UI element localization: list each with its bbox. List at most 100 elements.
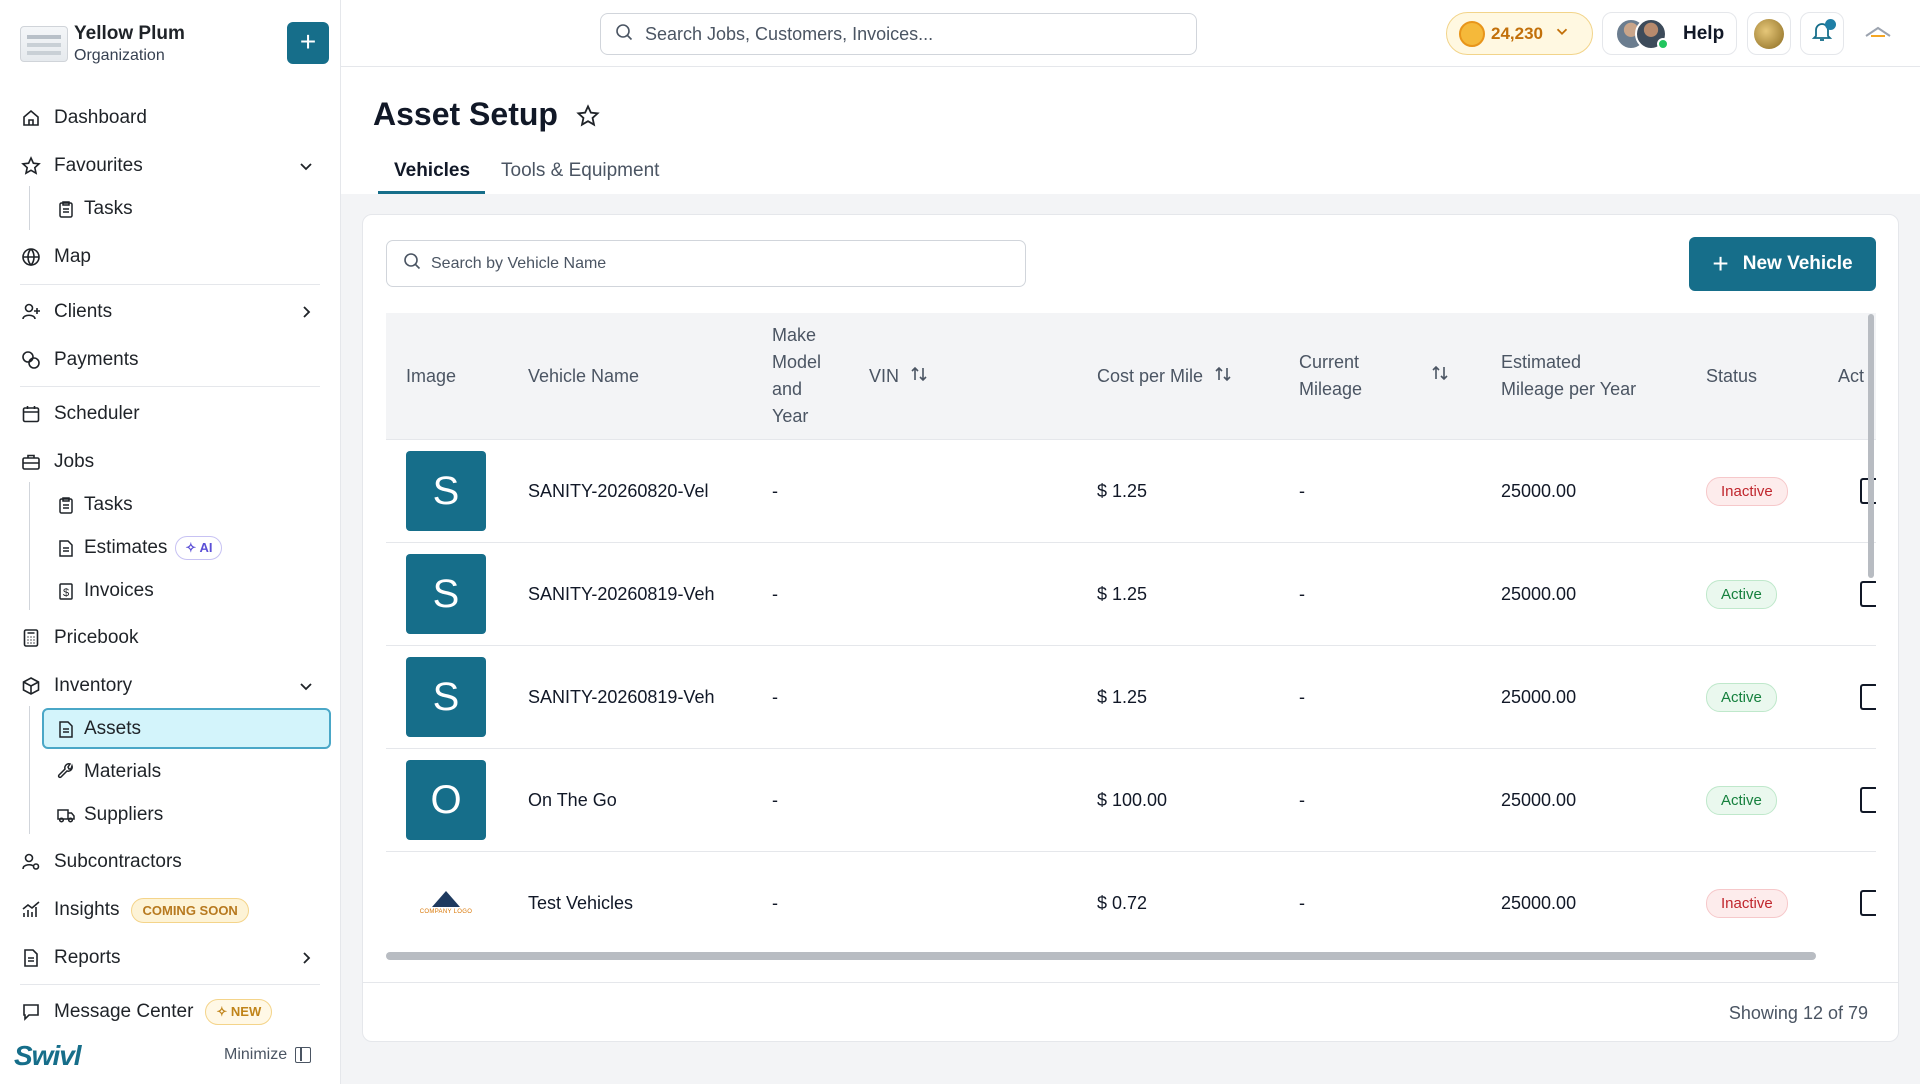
- user-gear-icon: [20, 851, 42, 873]
- table-row[interactable]: O On The Go - $ 100.00 - 25000.00 Active: [386, 749, 1876, 852]
- star-icon: [20, 155, 42, 177]
- table-row[interactable]: COMPANY LOGO Test Vehicles - $ 0.72 - 25…: [386, 852, 1876, 953]
- sidebar-item-map[interactable]: Map: [20, 239, 320, 275]
- status-badge: Inactive: [1706, 888, 1788, 918]
- sort-icon[interactable]: [1214, 364, 1232, 391]
- sidebar-item-favourites-tasks[interactable]: Tasks: [42, 191, 330, 227]
- profile-avatar-button[interactable]: [1747, 12, 1791, 55]
- edit-icon[interactable]: [1860, 890, 1876, 916]
- vehicle-thumbnail: S: [406, 451, 486, 531]
- favourite-star-button[interactable]: [576, 104, 600, 133]
- sidebar-item-suppliers[interactable]: Suppliers: [42, 797, 330, 833]
- row-vehicle-name[interactable]: On The Go: [528, 749, 728, 851]
- header-line: Make: [772, 325, 817, 345]
- sidebar-item-label: Payments: [54, 349, 139, 370]
- edit-icon[interactable]: [1860, 581, 1876, 607]
- sidebar-item-pricebook[interactable]: Pricebook: [20, 620, 320, 656]
- sidebar-item-inventory[interactable]: Inventory: [20, 668, 320, 704]
- tab-vehicles[interactable]: Vehicles: [378, 150, 485, 194]
- row-actions[interactable]: [1860, 646, 1876, 748]
- row-vehicle-name[interactable]: SANITY-20260819-Veh: [528, 646, 728, 748]
- tab-tools-equipment[interactable]: Tools & Equipment: [485, 150, 675, 194]
- row-image: O: [406, 749, 486, 851]
- sidebar-item-message-center[interactable]: Message Center ✧ NEW: [20, 994, 320, 1030]
- sidebar-item-subcontractors[interactable]: Subcontractors: [20, 844, 320, 880]
- row-cost: $ 1.25: [1097, 480, 1148, 501]
- edit-icon[interactable]: [1860, 787, 1876, 813]
- chevron-right-icon[interactable]: [296, 948, 316, 968]
- organization-switcher[interactable]: Yellow Plum Organization +: [16, 18, 329, 72]
- divider: [20, 386, 320, 387]
- sidebar-item-assets[interactable]: Assets: [42, 708, 331, 749]
- row-cost: $ 1.25: [1097, 583, 1148, 604]
- sidebar-item-reports[interactable]: Reports: [20, 940, 320, 976]
- minimize-sidebar-button[interactable]: Minimize: [224, 1046, 312, 1064]
- document-icon: [56, 538, 76, 558]
- new-vehicle-button[interactable]: + New Vehicle: [1689, 237, 1876, 291]
- swivl-logo: Swivl: [14, 1040, 82, 1071]
- globe-icon: [20, 246, 42, 268]
- chevron-right-icon[interactable]: [296, 302, 316, 322]
- briefcase-icon: [20, 451, 42, 473]
- header-line: and: [772, 379, 803, 399]
- col-vehicle-name[interactable]: Vehicle Name: [528, 363, 639, 390]
- header-line: Estimated: [1501, 352, 1582, 372]
- sort-icon[interactable]: [910, 364, 928, 391]
- minimize-label: Minimize: [224, 1046, 288, 1063]
- sidebar-item-favourites[interactable]: Favourites: [20, 148, 320, 184]
- help-button[interactable]: Help: [1602, 12, 1737, 55]
- sidebar-item-jobs-tasks[interactable]: Tasks: [42, 487, 330, 523]
- table-row[interactable]: S SANITY-20260820-Vel - $ 1.25 - 25000.0…: [386, 440, 1876, 543]
- sidebar-item-scheduler[interactable]: Scheduler: [20, 396, 320, 432]
- col-status[interactable]: Status: [1706, 363, 1757, 390]
- table-row[interactable]: S SANITY-20260819-Veh - $ 1.25 - 25000.0…: [386, 646, 1876, 749]
- col-make-model-year[interactable]: Make Model and Year: [772, 322, 821, 430]
- search-placeholder: Search by Vehicle Name: [431, 254, 607, 272]
- logo-mark: [432, 891, 460, 907]
- global-search-input[interactable]: Search Jobs, Customers, Invoices...: [600, 13, 1197, 55]
- sidebar-item-dashboard[interactable]: Dashboard: [20, 100, 320, 136]
- divider: [20, 984, 320, 985]
- sidebar-item-jobs[interactable]: Jobs: [20, 444, 320, 480]
- quick-add-button[interactable]: +: [287, 22, 329, 64]
- chevron-down-icon[interactable]: [296, 676, 316, 696]
- sidebar-item-invoices[interactable]: $ Invoices: [42, 573, 330, 609]
- row-vehicle-name[interactable]: SANITY-20260820-Vel: [528, 440, 728, 542]
- horizontal-scrollbar[interactable]: [386, 952, 1816, 960]
- col-current-mileage[interactable]: Current Mileage: [1299, 349, 1362, 403]
- vehicle-search-input[interactable]: Search by Vehicle Name: [386, 240, 1026, 287]
- row-status: Inactive: [1706, 852, 1788, 953]
- row-vehicle-name[interactable]: SANITY-20260819-Veh: [528, 543, 728, 645]
- table-row[interactable]: S SANITY-20260819-Veh - $ 1.25 - 25000.0…: [386, 543, 1876, 646]
- row-actions[interactable]: [1860, 749, 1876, 851]
- row-vehicle-name[interactable]: Test Vehicles: [528, 852, 728, 953]
- row-cost: $ 0.72: [1097, 892, 1148, 913]
- header-line: Mileage: [1299, 379, 1363, 399]
- sidebar-item-estimates[interactable]: Estimates ✧ AI: [42, 530, 330, 566]
- sidebar-item-materials[interactable]: Materials: [42, 754, 330, 790]
- vehicle-thumbnail: O: [406, 760, 486, 840]
- tree-line: [29, 482, 30, 610]
- header-line: Model: [772, 352, 822, 372]
- header-line: Mileage per Year: [1501, 379, 1637, 399]
- status-badge: Active: [1706, 579, 1777, 609]
- sort-icon[interactable]: [1431, 363, 1449, 390]
- user-menu-button[interactable]: [1863, 22, 1893, 46]
- vertical-scrollbar[interactable]: [1868, 314, 1874, 578]
- row-make: -: [772, 583, 778, 604]
- sidebar-item-insights[interactable]: Insights COMING SOON: [20, 892, 320, 928]
- chevron-down-icon[interactable]: [296, 156, 316, 176]
- row-actions[interactable]: [1860, 852, 1876, 953]
- row-make: -: [772, 789, 778, 810]
- edit-icon[interactable]: [1860, 684, 1876, 710]
- coins-balance-dropdown[interactable]: 24,230: [1446, 12, 1593, 55]
- sidebar-item-clients[interactable]: Clients: [20, 294, 320, 330]
- col-actions: Act: [1838, 366, 1865, 386]
- sidebar-item-payments[interactable]: Payments: [20, 342, 320, 378]
- table-footer: Showing 12 of 79: [363, 982, 1898, 1041]
- col-estimated-mileage[interactable]: Estimated Mileage per Year: [1501, 349, 1636, 403]
- col-vin[interactable]: VIN: [869, 363, 928, 391]
- col-cost-per-mile[interactable]: Cost per Mile: [1097, 363, 1232, 391]
- header-label: Cost per Mile: [1097, 366, 1204, 386]
- notifications-button[interactable]: [1800, 12, 1844, 55]
